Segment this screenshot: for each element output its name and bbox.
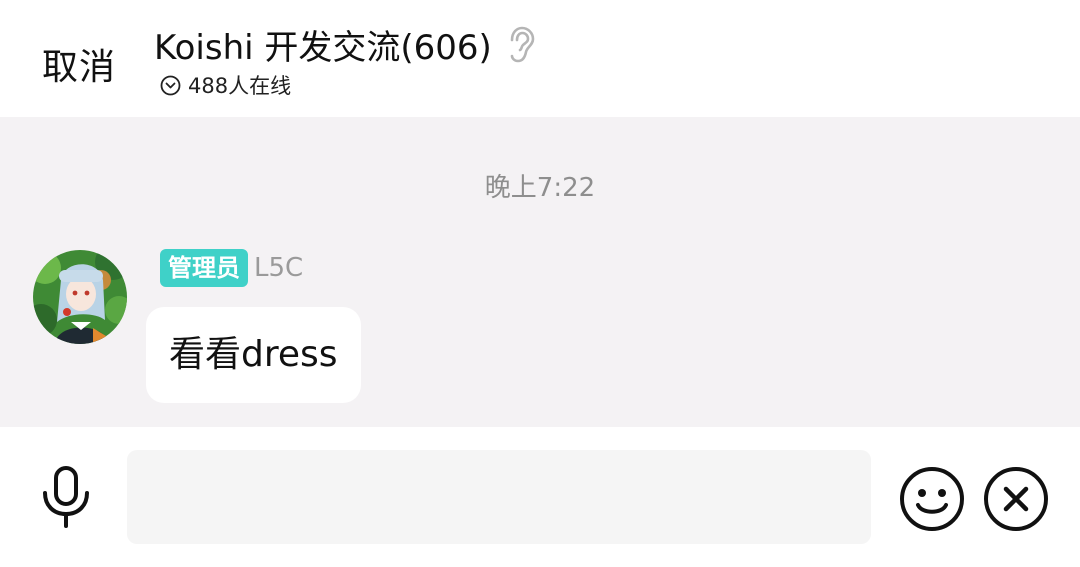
message-list: 晚上7:22 管理员 L5C 看看dress <box>0 117 1080 427</box>
header: 取消 Koishi 开发交流(606) 488人在线 <box>0 0 1080 117</box>
close-circle-icon[interactable] <box>983 466 1049 532</box>
message-input[interactable] <box>127 450 871 544</box>
title-row: Koishi 开发交流(606) <box>154 20 536 69</box>
timestamp: 晚上7:22 <box>484 173 596 203</box>
online-count: 488人在线 <box>188 74 292 98</box>
input-bar <box>0 427 1080 567</box>
chat-screen: 取消 Koishi 开发交流(606) 488人在线 晚上7:22 管理员 L5… <box>0 0 1080 567</box>
smiley-icon[interactable] <box>899 466 965 532</box>
online-status[interactable]: 488人在线 <box>160 70 291 100</box>
message-bubble[interactable]: 看看dress <box>146 307 361 403</box>
avatar[interactable] <box>33 250 127 344</box>
microphone-icon[interactable] <box>38 465 94 529</box>
admin-badge: 管理员 <box>160 249 248 287</box>
cancel-button[interactable]: 取消 <box>42 38 116 90</box>
sender-name[interactable]: L5C <box>254 253 303 283</box>
group-title: Koishi 开发交流(606) <box>154 28 492 68</box>
ear-icon[interactable] <box>506 26 536 64</box>
chevron-down-circle-icon <box>160 75 181 96</box>
message-meta: 管理员 L5C <box>160 249 303 287</box>
